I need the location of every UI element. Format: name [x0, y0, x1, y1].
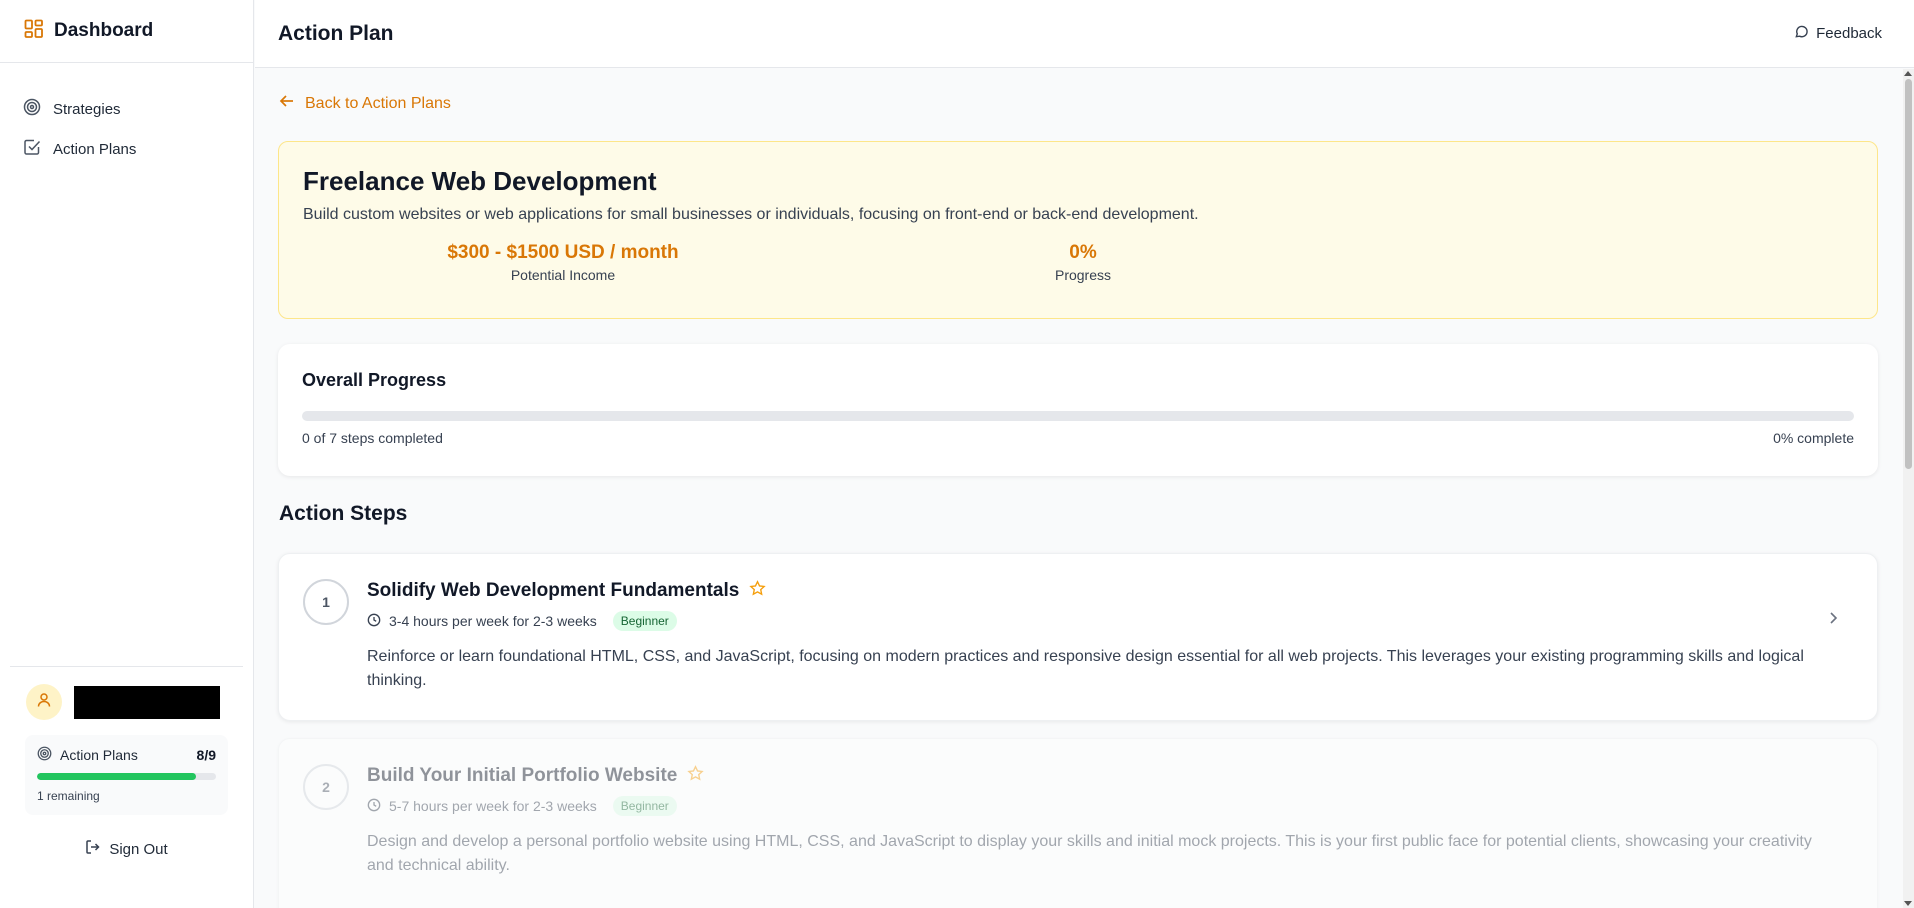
plan-stats: $300 - $1500 USD / month Potential Incom… [303, 242, 1853, 283]
user-name-redacted [74, 685, 220, 719]
progress-stat: 0% Progress [823, 242, 1343, 283]
step-title: Build Your Initial Portfolio Website [367, 765, 678, 786]
usage-remaining: 1 remaining [37, 789, 100, 803]
star-icon[interactable] [687, 765, 705, 787]
difficulty-badge: Beginner [612, 611, 677, 631]
user-row[interactable] [10, 667, 243, 720]
progress-value: 0% [1069, 242, 1097, 263]
plan-summary-card: Freelance Web Development Build custom w… [278, 141, 1878, 319]
checkbox-icon [23, 138, 41, 160]
plan-title: Freelance Web Development [303, 166, 657, 196]
back-link-label: Back to Action Plans [305, 94, 451, 112]
sidebar-item-strategies[interactable]: Strategies [0, 89, 253, 129]
feedback-label: Feedback [1816, 25, 1882, 42]
overall-progress-title: Overall Progress [302, 370, 447, 390]
page-title: Action Plan [278, 21, 394, 45]
steps-completed-text: 0 of 7 steps completed [302, 430, 443, 446]
brand-title: Dashboard [54, 20, 154, 41]
star-icon[interactable] [749, 580, 767, 602]
scroll-thumb[interactable] [1905, 79, 1912, 469]
clock-icon [367, 798, 381, 815]
sidebar-item-action-plans[interactable]: Action Plans [0, 129, 253, 169]
plan-description: Build custom websites or web application… [303, 206, 1199, 223]
brand[interactable]: Dashboard [0, 0, 253, 63]
step-description: Reinforce or learn foundational HTML, CS… [367, 648, 1804, 689]
target-icon [37, 746, 52, 764]
income-label: Potential Income [510, 267, 616, 283]
sign-out-label: Sign Out [109, 840, 168, 858]
scroll-down-arrow[interactable] [1904, 901, 1912, 906]
usage-label: Action Plans [60, 747, 138, 763]
header: Action Plan Feedback [255, 0, 1914, 68]
main-content: Back to Action Plans Freelance Web Devel… [255, 69, 1905, 908]
difficulty-badge: Beginner [612, 796, 677, 816]
scrollbar[interactable] [1903, 69, 1914, 908]
dashboard-grid-icon [24, 19, 44, 44]
step-time: 5-7 hours per week for 2-3 weeks [389, 798, 597, 814]
overall-progress-bar [302, 411, 1854, 421]
step-number: 2 [303, 764, 349, 810]
clock-icon [367, 613, 381, 630]
action-steps-title: Action Steps [279, 502, 408, 525]
usage-progress-fill [37, 773, 197, 780]
user-icon [36, 692, 52, 713]
sidebar-footer: Action Plans 8/9 1 remaining Sign Out [10, 666, 243, 859]
back-to-action-plans-link[interactable]: Back to Action Plans [279, 93, 451, 114]
sidebar-item-label: Action Plans [53, 140, 137, 158]
step-title: Solidify Web Development Fundamentals [367, 580, 740, 601]
message-bubble-icon [1794, 24, 1809, 43]
progress-label: Progress [1054, 267, 1112, 283]
chevron-right-icon[interactable] [1825, 610, 1841, 631]
usage-progress-bar [37, 773, 216, 780]
avatar [26, 684, 62, 720]
action-step-card[interactable]: 1 Solidify Web Development Fundamentals … [278, 553, 1878, 721]
sign-out-icon [85, 839, 101, 859]
sidebar-nav: Strategies Action Plans [0, 63, 253, 169]
income-value: $300 - $1500 USD / month [447, 242, 679, 263]
action-step-card[interactable]: 2 Build Your Initial Portfolio Website 5… [278, 738, 1878, 908]
step-description: Design and develop a personal portfolio … [367, 833, 1812, 874]
scroll-up-arrow[interactable] [1904, 71, 1912, 76]
sign-out-button[interactable]: Sign Out [10, 839, 243, 859]
sidebar: Dashboard Strategies Action Plans Action… [0, 0, 254, 908]
percent-complete-text: 0% complete [1773, 430, 1854, 446]
overall-progress-card: Overall Progress 0 of 7 steps completed … [278, 344, 1878, 476]
feedback-button[interactable]: Feedback [1794, 24, 1882, 43]
income-stat: $300 - $1500 USD / month Potential Incom… [303, 242, 823, 283]
target-icon [23, 98, 41, 120]
arrow-left-icon [279, 93, 295, 114]
step-time: 3-4 hours per week for 2-3 weeks [389, 613, 597, 629]
usage-card: Action Plans 8/9 1 remaining [25, 735, 228, 815]
sidebar-item-label: Strategies [53, 100, 121, 118]
usage-count: 8/9 [196, 747, 216, 763]
step-number: 1 [303, 579, 349, 625]
